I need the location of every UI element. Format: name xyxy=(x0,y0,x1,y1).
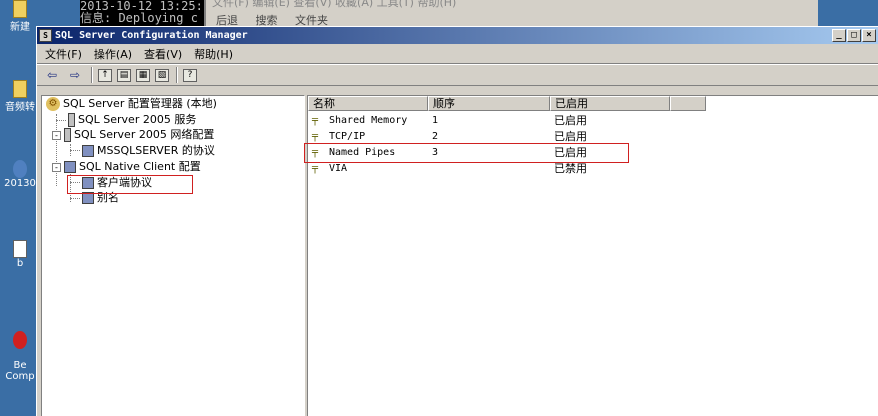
desktop-icons: 新建 音频转 20130 b Be Comp xyxy=(0,0,40,416)
properties-icon[interactable]: ▦ xyxy=(136,68,150,82)
up-folder-icon[interactable]: ↑ xyxy=(98,68,112,82)
tree-connector xyxy=(56,120,66,121)
menu-file[interactable]: 文件(F) xyxy=(45,46,82,62)
tree-connector xyxy=(56,114,57,186)
toolbar: ⇦ ⇨ ↑ ▤ ▦ ▧ ? xyxy=(37,64,878,86)
show-hide-tree-icon[interactable]: ▤ xyxy=(117,68,131,82)
sql-config-manager-window: S SQL Server Configuration Manager _ □ ×… xyxy=(36,26,878,416)
explorer-toolbar: 后退 搜索 文件夹 xyxy=(216,12,342,26)
background-console-window[interactable]: 2013-10-12 13:25: 信息: Deploying c xyxy=(80,0,206,26)
column-header-enabled[interactable]: 已启用 xyxy=(550,96,670,111)
console-line: 信息: Deploying c xyxy=(80,11,198,25)
title-bar[interactable]: S SQL Server Configuration Manager _ □ × xyxy=(37,27,878,44)
document-icon xyxy=(13,240,27,258)
menu-bar: 文件(F) 操作(A) 查看(V) 帮助(H) xyxy=(37,44,878,64)
annotation-highlight-box xyxy=(304,143,629,163)
export-list-icon[interactable]: ▧ xyxy=(155,68,169,82)
tree-pane[interactable]: ⚙ SQL Server 配置管理器 (本地) SQL Server 2005 … xyxy=(41,95,305,416)
tree-item-services[interactable]: SQL Server 2005 服务 xyxy=(68,112,196,128)
sql-config-manager-icon: ⚙ xyxy=(46,97,60,111)
list-header: 名称 顺序 已启用 xyxy=(308,96,706,111)
annotation-highlight-box xyxy=(67,175,193,194)
desktop-icon-b[interactable]: b xyxy=(0,240,40,269)
desktop-icon-new[interactable]: 新建 xyxy=(0,0,40,33)
desktop-icon-audio[interactable]: 音频转 xyxy=(0,80,40,113)
toolbar-separator xyxy=(91,67,93,83)
protocol-icon: ╤ xyxy=(312,163,319,174)
explorer-search-button[interactable]: 搜索 xyxy=(256,14,278,26)
collapse-icon[interactable]: - xyxy=(52,130,61,140)
tree-item-mssqlserver-protocols[interactable]: MSSQLSERVER 的协议 xyxy=(82,143,215,159)
maximize-button[interactable]: □ xyxy=(847,29,861,42)
tree-connector xyxy=(70,150,80,151)
tree-connector xyxy=(70,198,80,199)
app-icon xyxy=(13,331,27,349)
explorer-back-button[interactable]: 后退 xyxy=(216,14,238,26)
forward-arrow-icon[interactable]: ⇨ xyxy=(66,67,84,83)
menu-view[interactable]: 查看(V) xyxy=(144,46,182,62)
column-header-order[interactable]: 顺序 xyxy=(428,96,550,111)
toolbar-separator xyxy=(176,67,178,83)
desktop-icon-2013[interactable]: 20130 xyxy=(0,160,40,189)
column-header-filler xyxy=(670,96,706,111)
menu-help[interactable]: 帮助(H) xyxy=(194,46,233,62)
collapse-icon[interactable]: - xyxy=(52,162,61,172)
folder-icon xyxy=(13,0,27,18)
tree-item-root[interactable]: ⚙ SQL Server 配置管理器 (本地) xyxy=(46,96,217,112)
window-controls: _ □ × xyxy=(831,29,876,42)
help-icon[interactable]: ? xyxy=(183,68,197,82)
protocol-list-pane[interactable]: 名称 顺序 已启用 ╤ Shared Memory 1 已启用 ╤ TCP/IP 2… xyxy=(304,95,878,416)
explorer-menu: 文件(F) 编辑(E) 查看(V) 收藏(A) 工具(T) 帮助(H) xyxy=(212,0,457,9)
list-row-via[interactable]: ╤ VIA 已禁用 xyxy=(308,161,670,177)
explorer-folders-button[interactable]: 文件夹 xyxy=(295,14,328,26)
column-header-name[interactable]: 名称 xyxy=(308,96,428,111)
app-icon xyxy=(13,160,27,178)
protocol-icon xyxy=(82,145,94,157)
folder-icon xyxy=(13,80,27,98)
close-button[interactable]: × xyxy=(862,29,876,42)
menu-action[interactable]: 操作(A) xyxy=(94,46,132,62)
back-arrow-icon[interactable]: ⇦ xyxy=(43,67,61,83)
tree-item-native-client-config[interactable]: - SQL Native Client 配置 xyxy=(52,159,201,175)
tree-item-network-config[interactable]: - SQL Server 2005 网络配置 xyxy=(52,127,214,143)
list-row-shared-memory[interactable]: ╤ Shared Memory 1 已启用 xyxy=(308,113,670,129)
app-icon[interactable]: S xyxy=(39,29,52,42)
server-icon xyxy=(64,128,71,142)
desktop-icon-be-comp[interactable]: Be Comp xyxy=(0,320,40,382)
minimize-button[interactable]: _ xyxy=(832,29,846,42)
background-explorer-window[interactable]: 文件(F) 编辑(E) 查看(V) 收藏(A) 工具(T) 帮助(H) 后退 搜… xyxy=(206,0,818,26)
window-title: SQL Server Configuration Manager xyxy=(55,30,248,41)
server-icon xyxy=(68,113,75,127)
protocol-icon: ╤ xyxy=(312,131,319,142)
client-icon xyxy=(64,161,76,173)
protocol-icon: ╤ xyxy=(312,115,319,126)
